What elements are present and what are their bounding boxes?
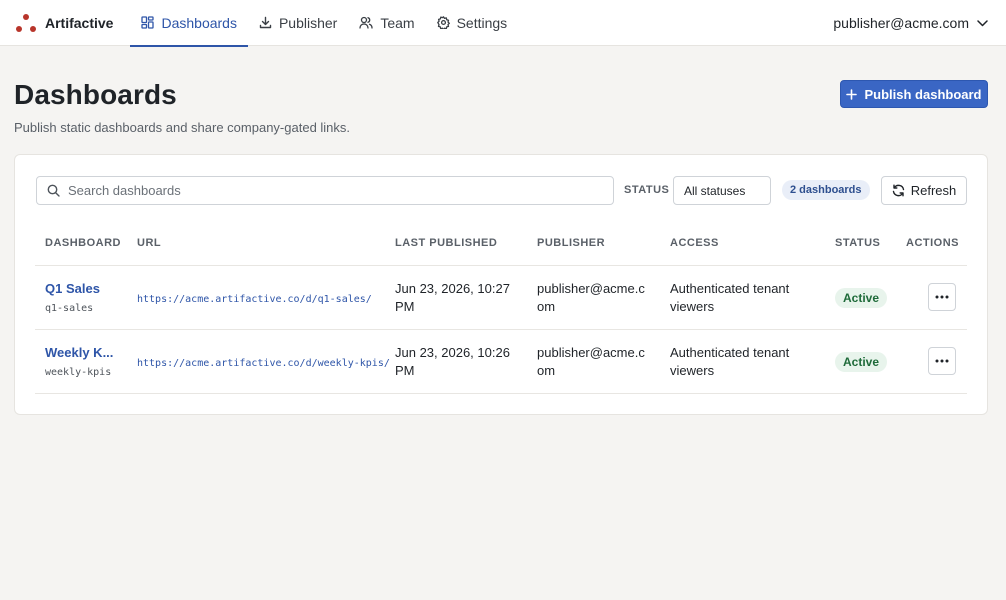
chevron-down-icon (977, 19, 988, 26)
table-divider (35, 393, 967, 394)
column-header-actions: ACTIONS (906, 237, 959, 249)
column-header-access[interactable]: ACCESS (670, 237, 719, 249)
refresh-label: Refresh (910, 183, 957, 198)
brand-logo-icon (15, 12, 37, 34)
status-badge: Active (835, 288, 888, 308)
dashboard-count-badge: 2 dashboards (782, 180, 870, 200)
dashboard-slug: weekly-kpis (45, 367, 112, 378)
plus-icon (846, 88, 858, 100)
row-actions-button[interactable] (928, 283, 956, 311)
gear-icon (436, 16, 450, 29)
page-title: Dashboards (14, 79, 177, 110)
column-header-dashboard[interactable]: DASHBOARD (45, 237, 121, 249)
table-row: Weekly K... weekly-kpis https://acme.art… (15, 330, 987, 394)
column-header-publisher[interactable]: PUBLISHER (537, 237, 605, 249)
more-horizontal-icon (935, 359, 949, 363)
tab-team-label: Team (380, 14, 415, 31)
column-header-url[interactable]: URL (137, 237, 161, 249)
publish-dashboard-button[interactable]: Publish dashboard (840, 80, 988, 108)
tab-dashboards-label: Dashboards (161, 14, 237, 31)
more-horizontal-icon (935, 295, 949, 299)
dashboard-name-link[interactable]: Weekly K... (45, 344, 115, 362)
last-published-cell: Jun 23, 2026, 10:26 PM (395, 345, 510, 378)
tab-settings[interactable]: Settings (426, 0, 519, 46)
search-icon (47, 184, 60, 197)
publish-dashboard-label: Publish dashboard (864, 86, 982, 102)
user-menu[interactable]: publisher@acme.com (833, 0, 988, 46)
column-header-last-published[interactable]: LAST PUBLISHED (395, 237, 497, 249)
brand[interactable]: Artifactive (15, 0, 113, 46)
row-actions-button[interactable] (928, 347, 956, 375)
tab-dashboards[interactable]: Dashboards (130, 0, 248, 47)
nav-tabs: Dashboards Publisher Team Settings (130, 0, 519, 47)
tab-team[interactable]: Team (348, 0, 425, 46)
dashboards-card: STATUS All statuses 2 dashboards Refresh… (14, 154, 988, 415)
tab-settings-label: Settings (456, 14, 508, 31)
top-navbar: Artifactive Dashboards Publisher Team Se… (0, 0, 1006, 47)
status-badge: Active (835, 352, 888, 372)
search-field[interactable] (36, 176, 614, 205)
last-published-cell: Jun 23, 2026, 10:27 PM (395, 281, 510, 314)
tab-publisher-label: Publisher (278, 14, 338, 31)
dashboard-url-link[interactable]: https://acme.artifactive.co/d/weekly-kpi… (137, 355, 390, 373)
user-email: publisher@acme.com (833, 15, 969, 31)
access-cell: Authenticated tenant viewers (670, 281, 790, 314)
access-cell: Authenticated tenant viewers (670, 345, 790, 378)
users-icon (359, 16, 373, 29)
refresh-button[interactable]: Refresh (881, 176, 967, 205)
dashboard-url-link[interactable]: https://acme.artifactive.co/d/q1-sales/ (137, 291, 372, 309)
dashboard-icon (141, 16, 155, 29)
dashboard-cell: Q1 Sales q1-sales (45, 280, 115, 318)
brand-name: Artifactive (45, 14, 114, 31)
status-filter-label: STATUS (624, 184, 670, 196)
refresh-icon (892, 184, 904, 197)
status-select[interactable]: All statuses (673, 176, 771, 205)
dashboard-name-link[interactable]: Q1 Sales (45, 280, 115, 298)
tab-publisher[interactable]: Publisher (248, 0, 348, 46)
page-subtitle: Publish static dashboards and share comp… (14, 120, 351, 135)
publisher-cell: publisher@acme.com (537, 281, 645, 314)
column-header-status[interactable]: STATUS (835, 237, 880, 249)
publisher-cell: publisher@acme.com (537, 345, 645, 378)
search-input[interactable] (68, 183, 588, 198)
download-icon (259, 16, 272, 29)
dashboard-cell: Weekly K... weekly-kpis (45, 344, 115, 382)
table-row: Q1 Sales q1-sales https://acme.artifacti… (15, 266, 987, 330)
dashboard-slug: q1-sales (45, 303, 94, 314)
